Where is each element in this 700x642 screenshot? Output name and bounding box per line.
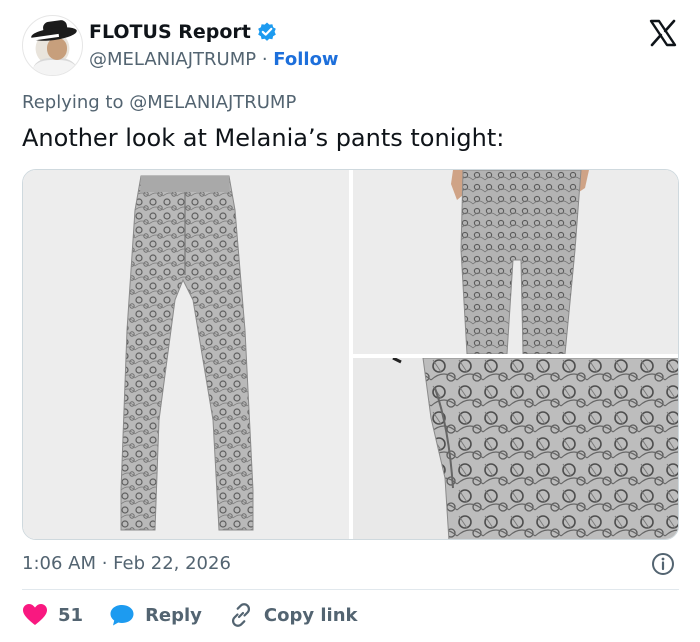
author-name-row: FLOTUS Report [89, 21, 278, 43]
tweet-actions: 51 Reply Copy link [22, 600, 384, 630]
x-logo-icon[interactable] [648, 18, 678, 48]
divider [22, 589, 679, 590]
likes-count: 51 [58, 604, 84, 626]
info-icon[interactable] [651, 552, 675, 576]
like-button[interactable]: 51 [22, 603, 83, 627]
reply-bubble-icon [109, 603, 135, 627]
tweet-text: Another look at Melania’s pants tonight: [22, 124, 505, 152]
link-icon [228, 602, 254, 628]
media-image-pants-model[interactable] [353, 170, 678, 354]
copy-link-button[interactable]: Copy link [228, 602, 358, 628]
media-image-pants-front[interactable] [23, 170, 349, 539]
copy-link-label: Copy link [263, 604, 358, 626]
tweet-timestamp[interactable]: 1:06 AM · Feb 22, 2026 [22, 553, 231, 574]
follow-link[interactable]: Follow [273, 49, 338, 70]
tweet-header: FLOTUS Report @MELANIAJTRUMP · Follow [22, 15, 682, 79]
reply-label: Reply [145, 604, 202, 626]
avatar[interactable] [22, 15, 83, 76]
replying-to[interactable]: Replying to @MELANIAJTRUMP [22, 92, 296, 113]
heart-icon [22, 603, 48, 627]
author-handle-row: @MELANIAJTRUMP · Follow [89, 49, 339, 70]
media-image-fabric-closeup[interactable] [353, 358, 678, 539]
verified-badge-icon [256, 21, 278, 43]
reply-button[interactable]: Reply [109, 603, 202, 627]
media-grid [22, 169, 679, 540]
author-handle[interactable]: @MELANIAJTRUMP [89, 49, 256, 70]
handle-separator: · [256, 49, 274, 70]
author-display-name[interactable]: FLOTUS Report [89, 21, 251, 43]
